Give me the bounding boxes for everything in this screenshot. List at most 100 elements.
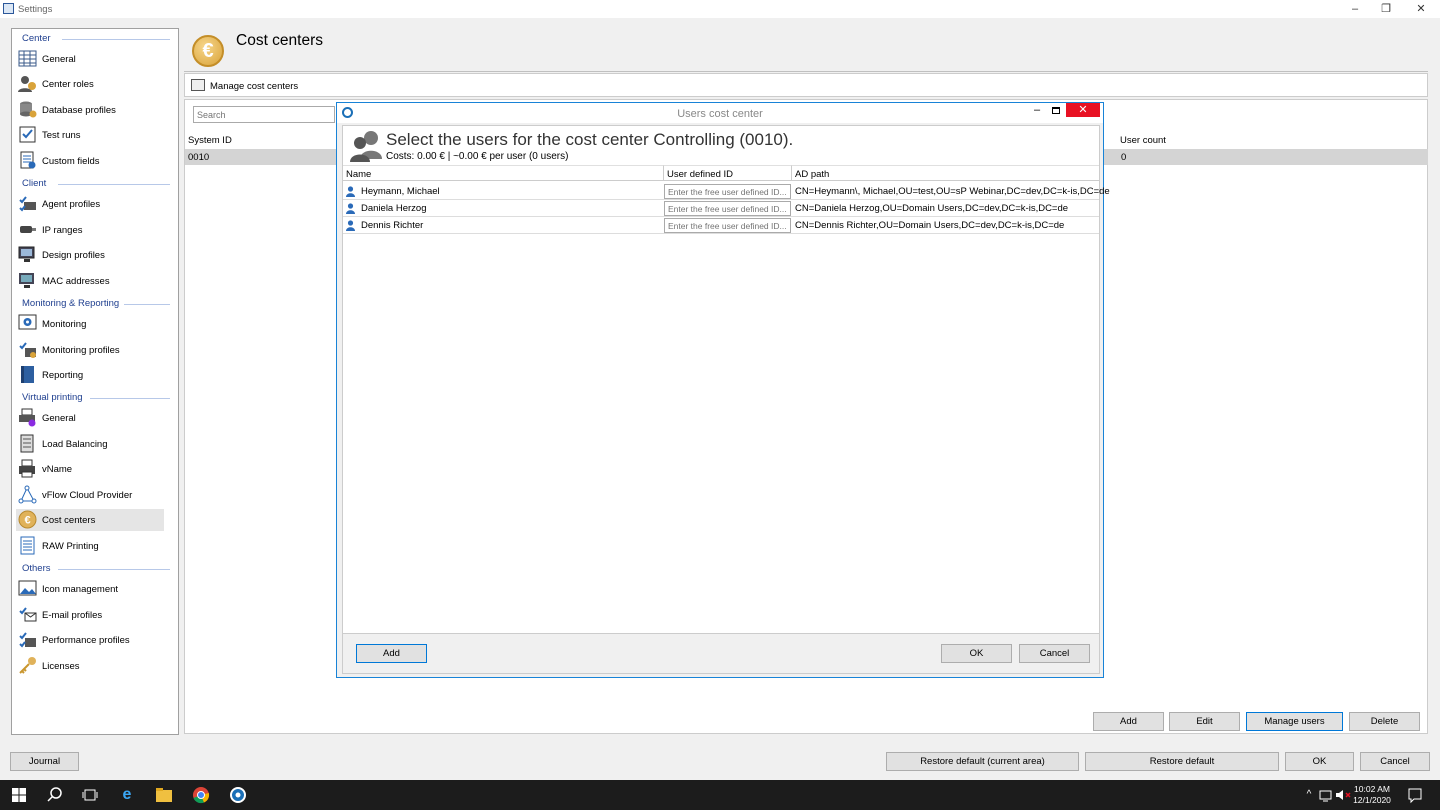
sidebar-item-custom-fields[interactable]: Custom fields <box>16 150 164 172</box>
user-name: Daniela Herzog <box>361 203 427 214</box>
section-center: Center <box>22 33 51 44</box>
sidebar-item-database-profiles[interactable]: Database profiles <box>16 99 164 121</box>
settings-app-icon[interactable] <box>229 786 247 804</box>
grid-icon <box>18 50 37 67</box>
close-icon[interactable]: ✕ <box>1066 103 1100 117</box>
add-user-button[interactable]: Add <box>356 644 427 663</box>
sidebar-item-load-balancing[interactable]: Load Balancing <box>16 433 164 455</box>
sidebar-item-general[interactable]: General <box>16 48 164 70</box>
section-virtual-printing: Virtual printing <box>22 392 83 403</box>
sidebar-item-agent-profiles[interactable]: Agent profiles <box>16 193 164 215</box>
section-monitoring-reporting: Monitoring & Reporting <box>22 298 120 309</box>
notifications-icon[interactable] <box>1406 786 1424 804</box>
windows-start-icon[interactable] <box>10 786 28 804</box>
load-balancing-icon <box>20 434 34 453</box>
delete-cost-center-button[interactable]: Delete <box>1349 712 1420 731</box>
euro-coin-icon: € <box>18 510 37 529</box>
search-input[interactable] <box>193 106 335 123</box>
sidebar-item-performance-profiles[interactable]: Performance profiles <box>16 629 164 651</box>
show-hidden-icons-icon[interactable]: ^ <box>1300 786 1318 804</box>
bottom-bar: Journal Restore default (current area) R… <box>0 741 1440 780</box>
sidebar-item-mac-addresses[interactable]: MAC addresses <box>16 270 164 292</box>
database-icon <box>20 101 37 118</box>
column-ad-path[interactable]: AD path <box>792 165 1099 181</box>
task-view-icon[interactable] <box>81 786 99 804</box>
users-cost-center-dialog: Users cost center – ✕ Select the users f… <box>336 102 1110 678</box>
ad-path: CN=Daniela Herzog,OU=Domain Users,DC=dev… <box>795 203 1069 214</box>
user-defined-id-input[interactable] <box>664 201 791 216</box>
sidebar-item-licenses[interactable]: Licenses <box>16 655 164 677</box>
close-icon[interactable]: ✕ <box>1414 2 1428 16</box>
table-row[interactable]: Heymann, Michael CN=Heymann\, Michael,OU… <box>343 183 1110 200</box>
column-name[interactable]: Name <box>343 165 664 181</box>
sidebar-item-test-runs[interactable]: Test runs <box>16 124 164 146</box>
file-explorer-icon[interactable] <box>155 786 173 804</box>
table-row[interactable]: Daniela Herzog CN=Daniela Herzog,OU=Doma… <box>343 200 1099 217</box>
sidebar-item-vname[interactable]: vName <box>16 458 164 480</box>
clock[interactable]: 10:02 AM 12/1/2020 <box>1350 784 1394 806</box>
dialog-content: Select the users for the cost center Con… <box>342 125 1110 634</box>
ad-path: CN=Dennis Richter,OU=Domain Users,DC=dev… <box>795 220 1065 231</box>
dialog-subheading: Costs: 0.00 € | ~0.00 € per user (0 user… <box>386 151 569 162</box>
window-titlebar: Settings – ❐ ✕ <box>0 0 1440 18</box>
minimize-icon[interactable]: – <box>1030 104 1044 116</box>
manage-icon <box>191 79 205 91</box>
sidebar-item-design-profiles[interactable]: Design profiles <box>16 244 164 266</box>
ad-path: CN=Heymann\, Michael,OU=test,OU=sP Webin… <box>795 186 1110 197</box>
column-user-count[interactable]: User count <box>1120 135 1166 146</box>
mac-address-icon <box>19 273 34 288</box>
restore-icon[interactable]: ❐ <box>1379 2 1393 16</box>
report-book-icon <box>21 366 34 383</box>
journal-button[interactable]: Journal <box>10 752 79 771</box>
dialog-titlebar: Users cost center – ✕ <box>337 103 1103 123</box>
network-icon[interactable] <box>1317 786 1335 804</box>
dialog-ok-button[interactable]: OK <box>941 644 1012 663</box>
restore-default-button[interactable]: Restore default <box>1085 752 1279 771</box>
page-title: Cost centers <box>236 32 324 49</box>
manage-cost-centers-bar: Manage cost centers <box>184 73 1428 97</box>
clock-date: 12/1/2020 <box>1353 795 1391 805</box>
sidebar-item-raw-printing[interactable]: RAW Printing <box>16 535 164 557</box>
user-roles-icon <box>18 76 36 92</box>
sidebar-item-center-roles[interactable]: Center roles <box>16 73 164 95</box>
sidebar-item-vflow-cloud-provider[interactable]: vFlow Cloud Provider <box>16 484 164 506</box>
sidebar-item-reporting[interactable]: Reporting <box>16 364 164 386</box>
cancel-button[interactable]: Cancel <box>1360 752 1430 771</box>
column-user-defined-id[interactable]: User defined ID <box>664 165 792 181</box>
sidebar-item-ip-ranges[interactable]: IP ranges <box>16 219 164 241</box>
users-icon <box>350 131 382 162</box>
sidebar-item-cost-centers[interactable]: € Cost centers <box>16 509 164 531</box>
performance-profiles-icon <box>19 632 36 648</box>
cell-system-id: 0010 <box>188 152 210 163</box>
sidebar-item-icon-management[interactable]: Icon management <box>16 578 164 600</box>
manage-users-button[interactable]: Manage users <box>1246 712 1343 731</box>
search-icon[interactable] <box>46 786 64 804</box>
user-defined-id-input[interactable] <box>664 184 791 199</box>
taskbar: e ^ 10:02 AM 12/1/2020 <box>0 780 1440 810</box>
maximize-icon[interactable] <box>1049 104 1063 118</box>
network-plug-icon <box>20 226 36 233</box>
monitor-icon <box>18 246 35 262</box>
raw-document-icon <box>20 536 35 555</box>
window-title: Settings <box>18 4 53 15</box>
edge-browser-icon[interactable]: e <box>118 786 136 804</box>
restore-default-current-button[interactable]: Restore default (current area) <box>886 752 1079 771</box>
table-row[interactable]: Dennis Richter CN=Dennis Richter,OU=Doma… <box>343 217 1099 234</box>
sidebar-item-vp-general[interactable]: General <box>16 407 164 429</box>
column-system-id[interactable]: System ID <box>188 135 232 146</box>
user-icon <box>346 220 355 231</box>
sidebar-item-monitoring[interactable]: Monitoring <box>16 313 164 335</box>
user-defined-id-input[interactable] <box>664 218 791 233</box>
dialog-cancel-button[interactable]: Cancel <box>1019 644 1090 663</box>
ok-button[interactable]: OK <box>1285 752 1354 771</box>
chrome-icon[interactable] <box>192 786 210 804</box>
sidebar-item-monitoring-profiles[interactable]: Monitoring profiles <box>16 339 164 361</box>
add-cost-center-button[interactable]: Add <box>1093 712 1164 731</box>
dialog-footer: Add OK Cancel <box>342 634 1100 674</box>
cell-user-count: 0 <box>1121 152 1127 163</box>
minimize-icon[interactable]: – <box>1348 2 1362 16</box>
sidebar-item-email-profiles[interactable]: E-mail profiles <box>16 604 164 626</box>
edit-cost-center-button[interactable]: Edit <box>1169 712 1240 731</box>
manage-label: Manage cost centers <box>210 81 299 92</box>
monitoring-icon <box>18 314 37 330</box>
